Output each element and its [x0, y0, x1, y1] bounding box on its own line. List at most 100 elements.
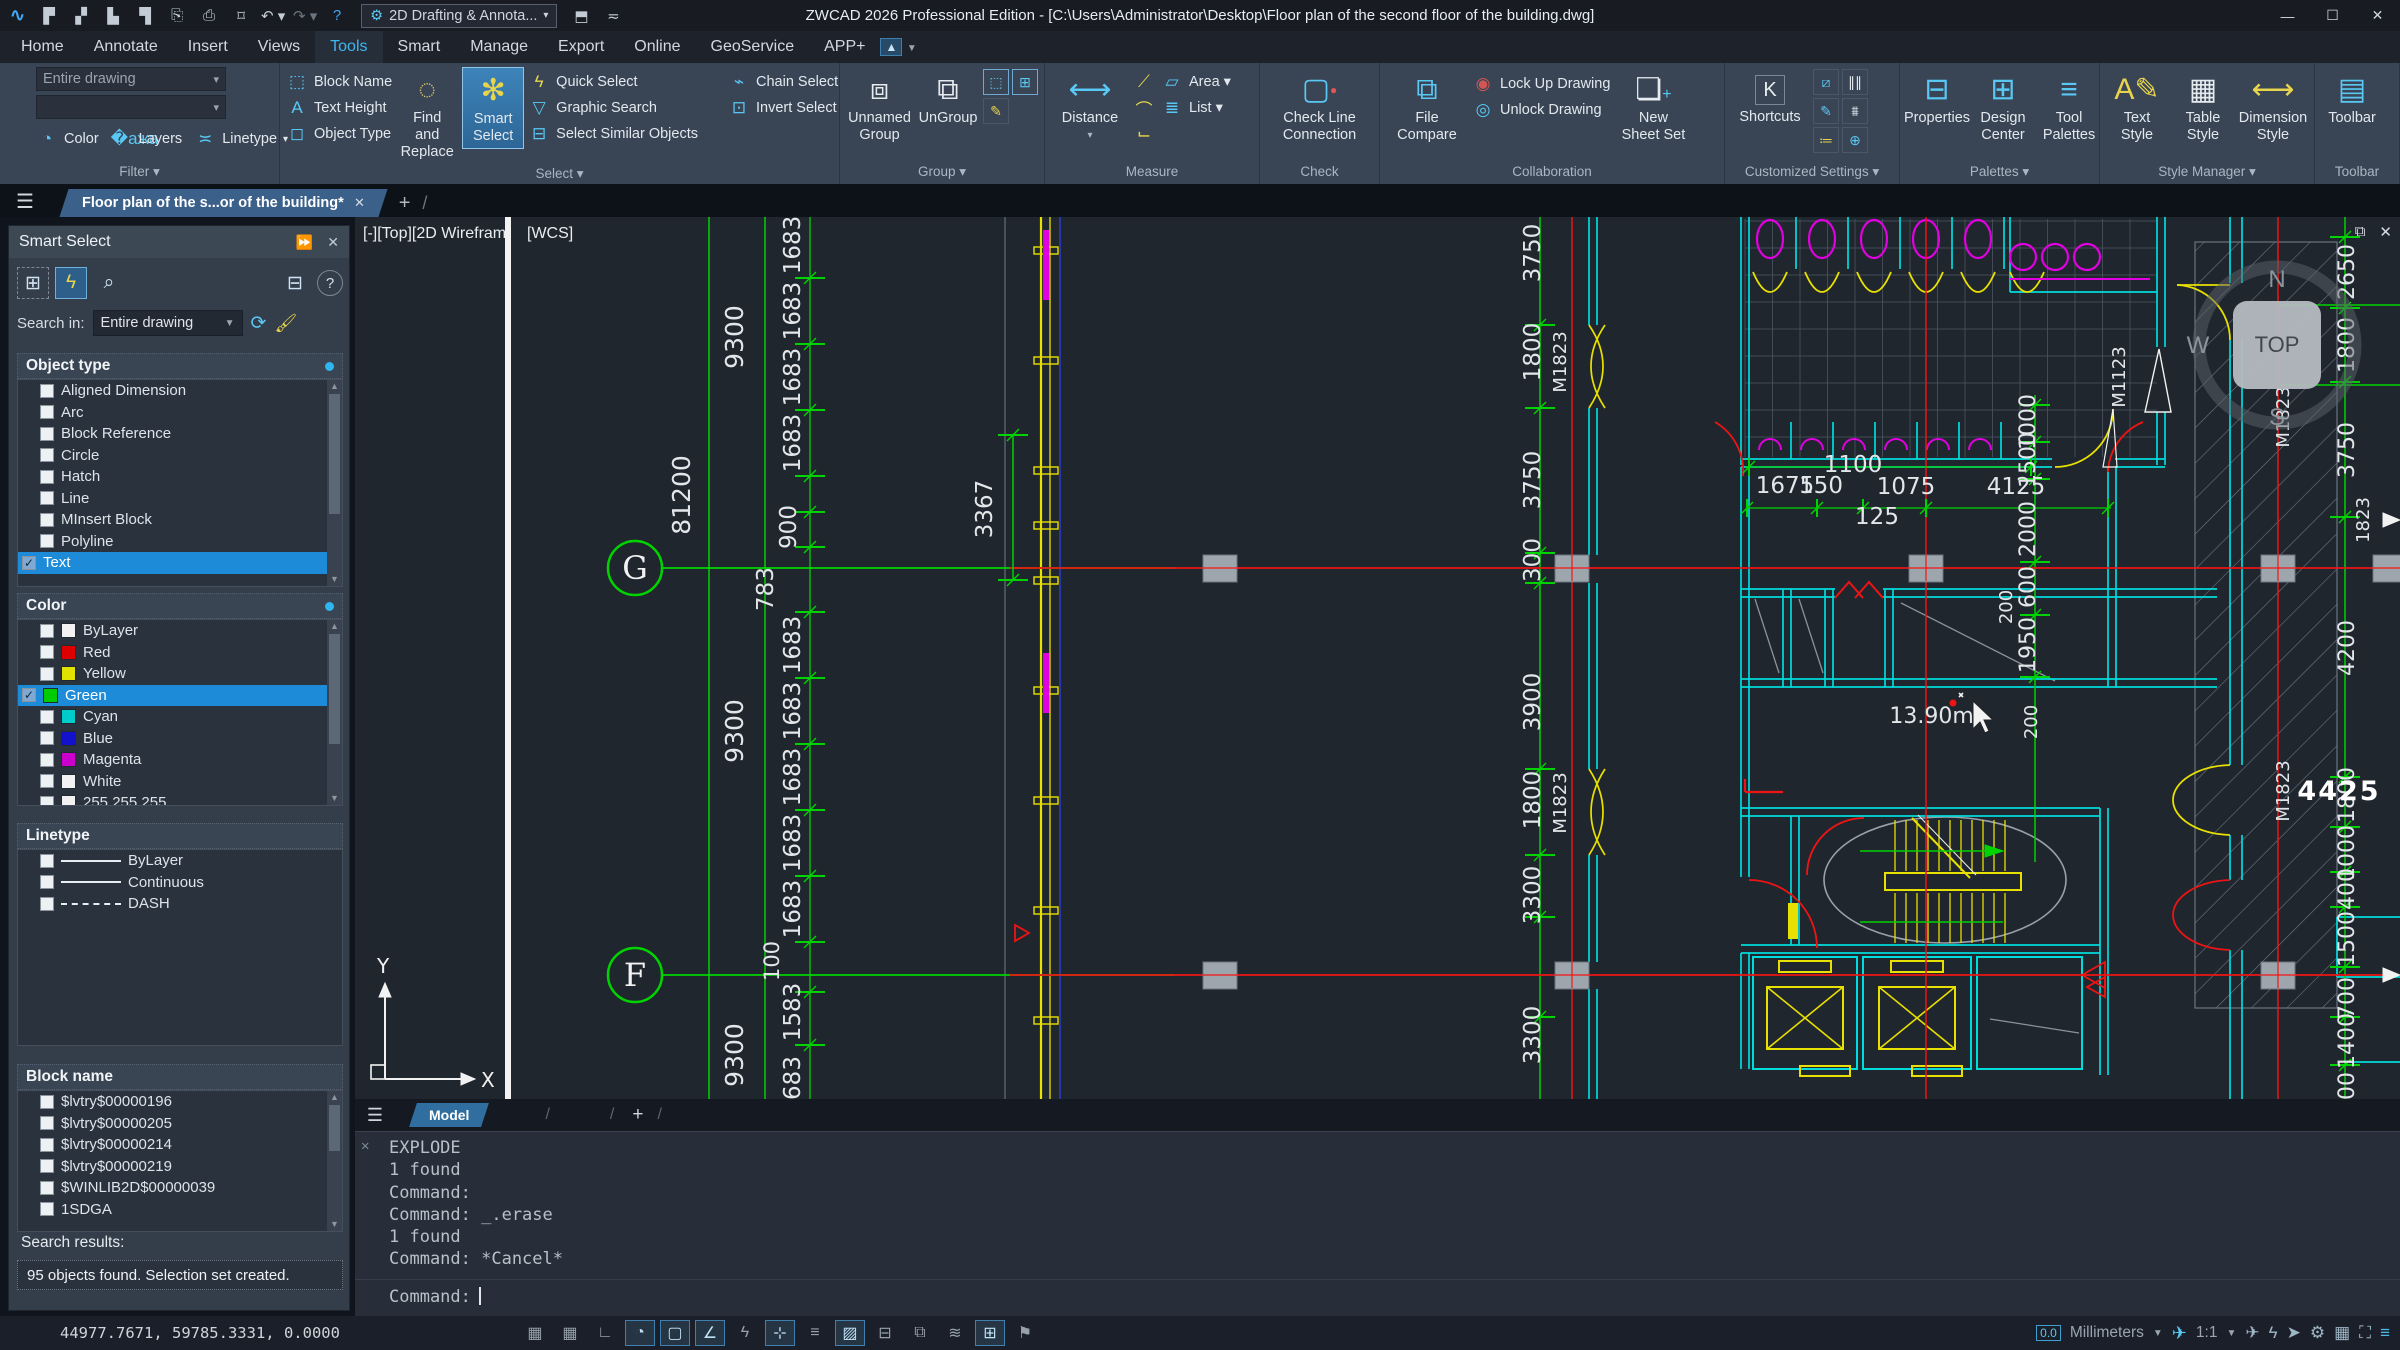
color-item[interactable]: Red	[18, 642, 342, 664]
fullscreen-icon[interactable]: ⛶	[2359, 1323, 2371, 1343]
performance-icon[interactable]: ▦	[2334, 1323, 2350, 1343]
checkbox[interactable]	[40, 753, 54, 767]
menu-overflow-icon[interactable]: ▲ ▼	[880, 38, 916, 56]
print-icon[interactable]: ⎙	[196, 5, 222, 27]
model-tab[interactable]: Model	[409, 1103, 489, 1127]
command-close-icon[interactable]: ✕	[361, 1138, 369, 1154]
barcode-icon[interactable]: ∥∥	[1842, 69, 1868, 95]
scrollbar[interactable]: ▲▼	[327, 380, 342, 586]
transparency-icon[interactable]: ▨	[835, 1320, 865, 1346]
color-item[interactable]: ByLayer	[18, 620, 342, 642]
toolbar-button[interactable]: ▤Toolbar	[2321, 67, 2383, 130]
checkbox[interactable]	[40, 645, 54, 659]
object-type-item[interactable]: ✓Text	[18, 552, 342, 574]
checkbox[interactable]	[40, 710, 54, 724]
checkbox[interactable]	[40, 1138, 54, 1152]
save-as-icon[interactable]: ▜	[132, 5, 158, 27]
object-snap-tracking-icon[interactable]: ∠	[695, 1320, 725, 1346]
minimize-button[interactable]: —	[2265, 0, 2310, 31]
workspace-flag-icon[interactable]: ⚑	[1010, 1320, 1040, 1346]
group-label-collaboration[interactable]: Collaboration	[1380, 162, 1724, 184]
menu-item-appplus[interactable]: APP+	[809, 31, 880, 63]
checkbox[interactable]	[40, 1181, 54, 1195]
block-name-item[interactable]: $lvtry$00000205	[18, 1113, 342, 1135]
checkbox[interactable]: ✓	[22, 556, 36, 570]
copy-icon[interactable]: ⎘	[164, 5, 190, 27]
find-replace-button[interactable]: ◌ Find and Replace	[396, 67, 458, 164]
checkbox[interactable]	[40, 470, 54, 484]
group-add-icon[interactable]: ⊞	[1012, 69, 1038, 95]
document-tab[interactable]: Floor plan of the s...or of the building…	[59, 189, 387, 217]
menu-item-views[interactable]: Views	[243, 31, 315, 63]
tool-palettes-button[interactable]: ≡Tool Palettes	[2038, 67, 2100, 147]
color-list[interactable]: ByLayerRedYellow✓GreenCyanBlueMagentaWhi…	[17, 619, 343, 806]
id-point-button[interactable]: ⌙	[1133, 121, 1231, 147]
object-type-item[interactable]: Hatch	[18, 466, 342, 488]
quick-view-icon[interactable]: ϟ	[2269, 1323, 2278, 1343]
grid-snap-icon[interactable]: ▦	[555, 1320, 585, 1346]
maximize-button[interactable]: ☐	[2310, 0, 2355, 31]
new-file-icon[interactable]: ▛	[36, 5, 62, 27]
block-name-item[interactable]: $lvtry$00000219	[18, 1156, 342, 1178]
search-scope-dropdown[interactable]: Entire drawing ▼	[93, 310, 243, 336]
gear-icon[interactable]: ⚙	[2310, 1323, 2325, 1343]
area-button[interactable]: ⟋▱Area ▾	[1133, 69, 1231, 95]
checkbox[interactable]	[40, 405, 54, 419]
group-label-group[interactable]: Group ▾	[840, 162, 1044, 184]
command-prompt[interactable]: Command:	[389, 1287, 481, 1307]
linetype-item[interactable]: ByLayer	[18, 850, 342, 872]
text-height-button[interactable]: AText Height	[286, 95, 392, 121]
tab-close-icon[interactable]: ✕	[354, 195, 365, 211]
checkbox[interactable]	[40, 774, 54, 788]
design-center-button[interactable]: ⊞Design Center	[1972, 67, 2034, 147]
checkbox[interactable]	[40, 667, 54, 681]
group-label-check[interactable]: Check	[1260, 162, 1379, 184]
text-style-button[interactable]: A✎Text Style	[2106, 67, 2168, 147]
group-label-toolbar[interactable]: Toolbar	[2315, 162, 2399, 184]
checkbox[interactable]: ✓	[22, 688, 36, 702]
list-button[interactable]: ⌒≣List ▾	[1133, 95, 1231, 121]
sync-dropdown-icon[interactable]: ≂	[600, 5, 626, 27]
menu-item-insert[interactable]: Insert	[173, 31, 243, 63]
object-type-item[interactable]: MInsert Block	[18, 509, 342, 531]
group-label-style-manager[interactable]: Style Manager ▾	[2100, 162, 2314, 184]
color-item[interactable]: Blue	[18, 728, 342, 750]
dynamic-input-icon[interactable]: ϟ	[730, 1320, 760, 1346]
tab-menu-icon[interactable]: ☰	[0, 187, 50, 217]
graphic-search-mode-icon[interactable]: ⌕	[93, 267, 125, 299]
smart-select-mode-icon[interactable]: ϟ	[55, 267, 87, 299]
color-item[interactable]: 255,255,255	[18, 792, 342, 806]
group-label-select[interactable]: Select ▾	[280, 164, 839, 184]
object-type-list[interactable]: Aligned DimensionArcBlock ReferenceCircl…	[17, 379, 343, 587]
pgp-edit-icon[interactable]: ✎	[1813, 98, 1839, 124]
filter-color-button[interactable]: ◔Color	[36, 126, 99, 152]
color-item[interactable]: Yellow	[18, 663, 342, 685]
linetype-item[interactable]: Continuous	[18, 872, 342, 894]
dynamic-measure-icon[interactable]: ⊹	[765, 1320, 795, 1346]
help-icon[interactable]: ?	[317, 270, 343, 296]
filter-value-dropdown[interactable]: ▾	[36, 95, 226, 119]
scale-dropdown[interactable]: 1:1	[2196, 1324, 2218, 1342]
preview-icon[interactable]: ⌑	[228, 5, 254, 27]
checkbox[interactable]	[40, 624, 54, 638]
refresh-icon[interactable]: ⟳	[251, 312, 267, 335]
menu-item-export[interactable]: Export	[543, 31, 619, 63]
boost-icon[interactable]: ✈	[2245, 1323, 2259, 1343]
new-tab-button[interactable]: +	[399, 189, 411, 217]
scrollbar[interactable]: ▲▼	[327, 620, 342, 805]
object-type-item[interactable]: Arc	[18, 402, 342, 424]
check-line-button[interactable]: ▢● Check Line Connection	[1268, 67, 1372, 147]
open-folder-icon[interactable]: ▞	[68, 5, 94, 27]
select-similar-button[interactable]: ⊟Select Similar Objects	[528, 121, 698, 147]
group-label-measure[interactable]: Measure	[1045, 162, 1259, 184]
section-header-block-name[interactable]: Block name	[17, 1064, 343, 1090]
lock-drawing-button[interactable]: ◉Lock Up Drawing	[1472, 71, 1610, 97]
menu-item-annotate[interactable]: Annotate	[79, 31, 173, 63]
polar-tracking-icon[interactable]: ◔	[625, 1320, 655, 1346]
block-name-item[interactable]: $WINLIB2D$00000039	[18, 1177, 342, 1199]
unnamed-group-button[interactable]: ⧈ Unnamed Group	[846, 67, 913, 147]
smart-select-button[interactable]: ✻ Smart Select	[462, 67, 524, 149]
distance-button[interactable]: ⟷ Distance ▾	[1051, 67, 1129, 147]
checkbox[interactable]	[40, 384, 54, 398]
menu-item-home[interactable]: Home	[6, 31, 79, 63]
